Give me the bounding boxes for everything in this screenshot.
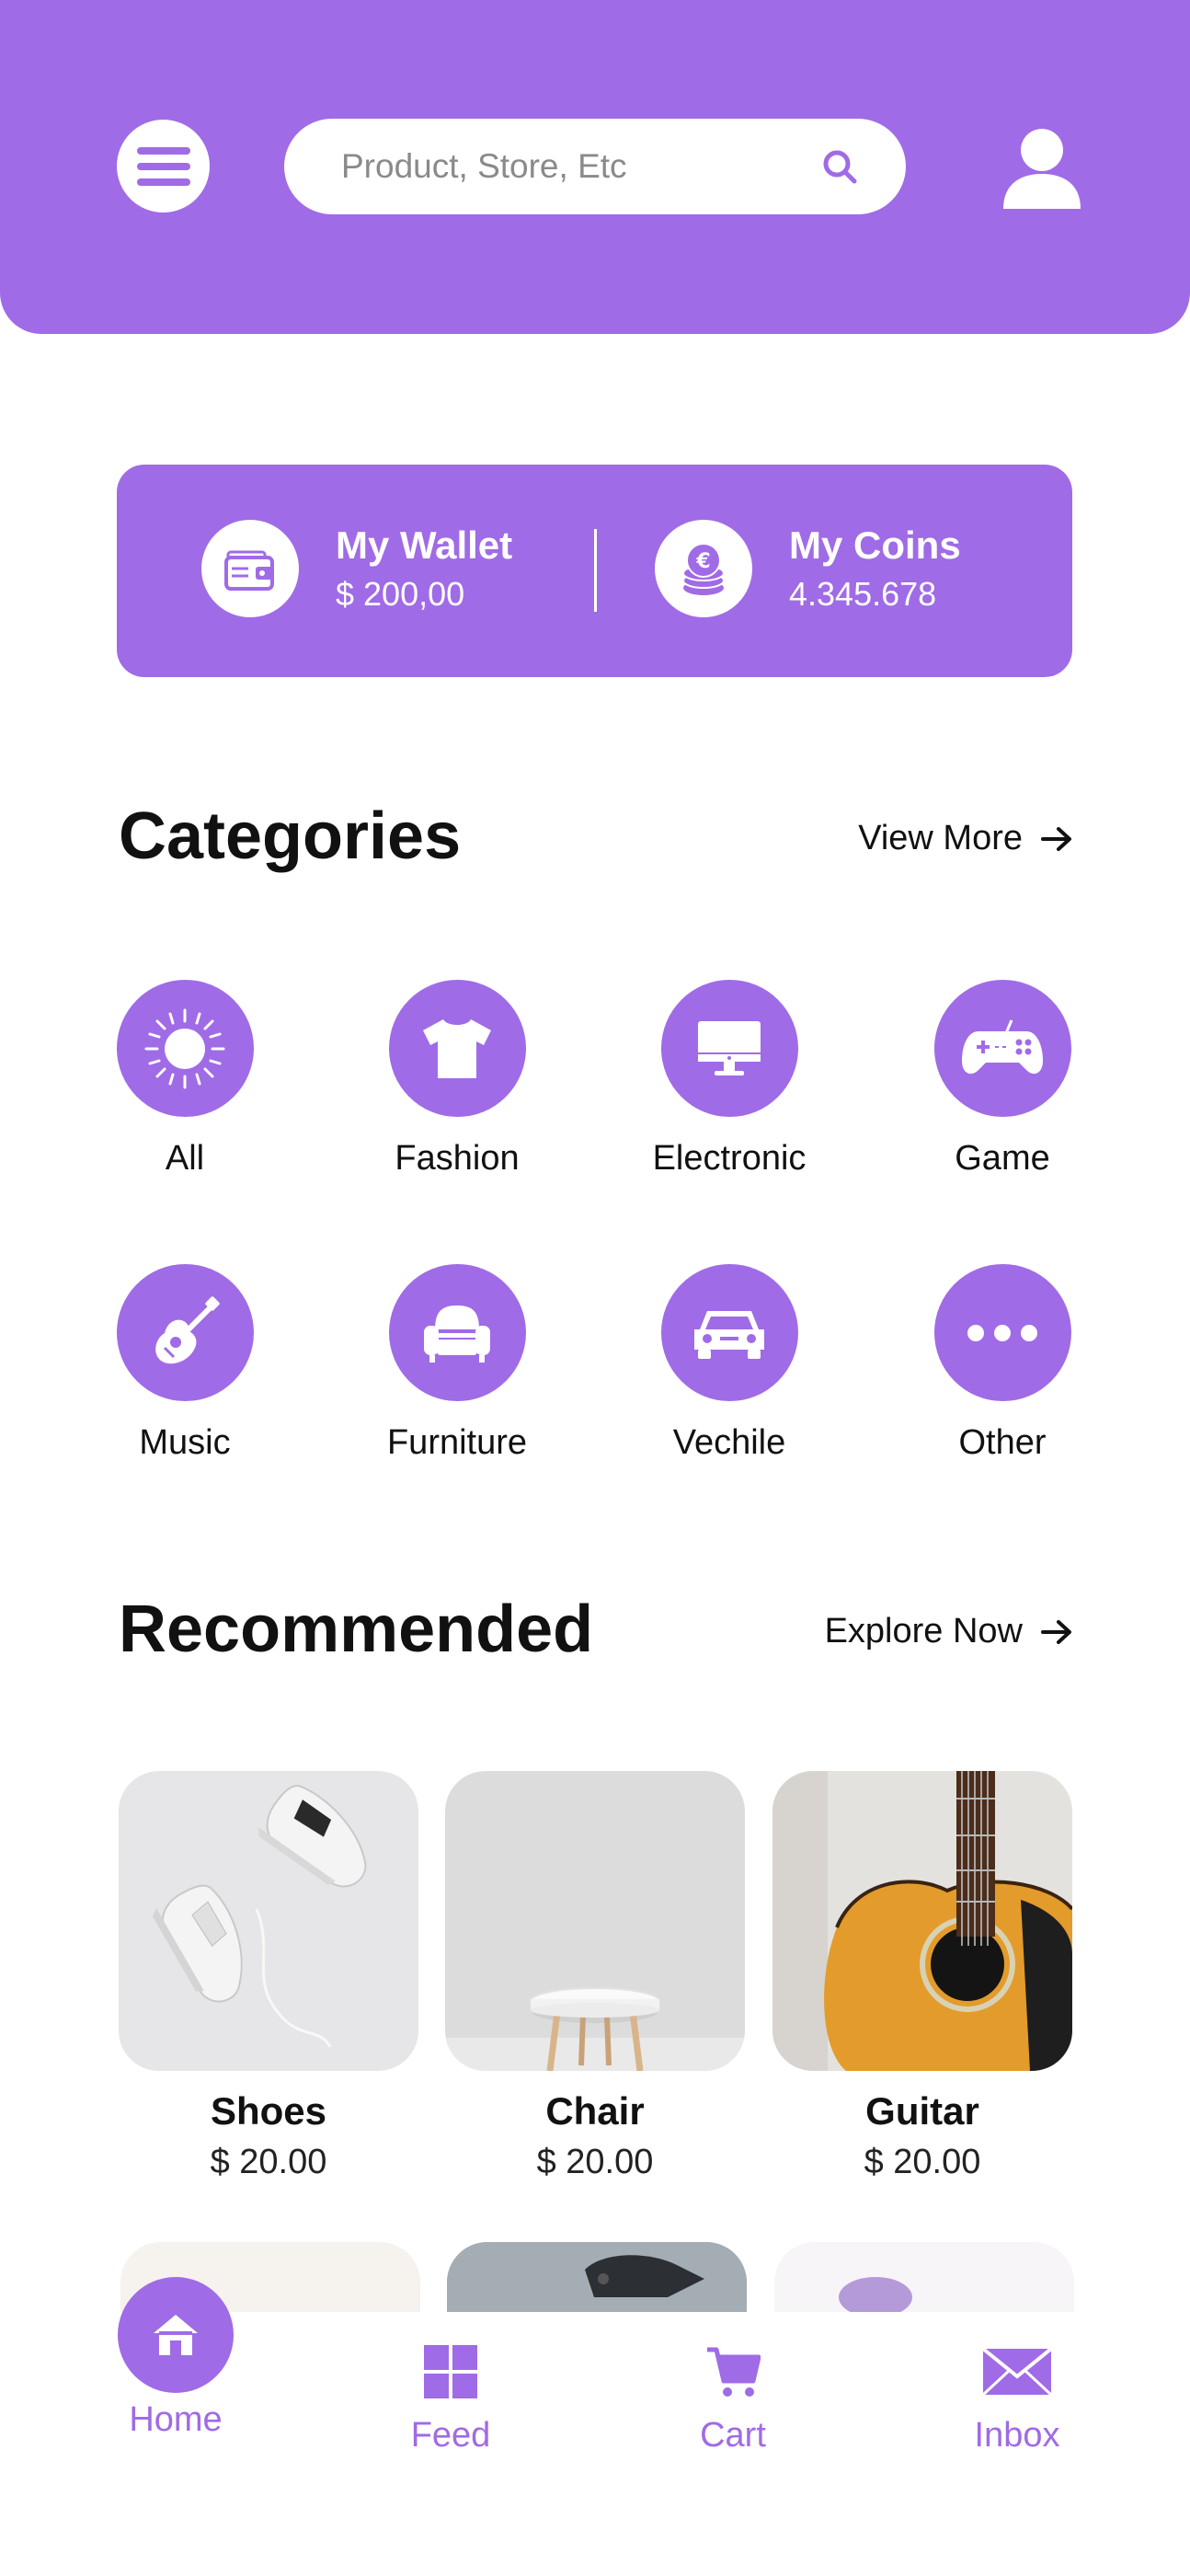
monitor-icon [660,980,798,1117]
product-card-guitar[interactable]: Guitar $ 20.00 [772,1771,1072,2182]
category-label: Game [955,1139,1050,1178]
arrow-right-icon [1041,1619,1071,1644]
arrow-right-icon [1041,826,1071,851]
nav-cart[interactable]: Cart [641,2335,825,2455]
product-card-peek[interactable] [774,2242,1074,2316]
product-card-peek[interactable] [447,2242,747,2316]
view-more-label: View More [858,819,1023,857]
category-label: All [165,1139,205,1178]
hamburger-icon [136,146,190,186]
nav-feed[interactable]: Feed [359,2335,543,2455]
coins-section[interactable]: € My Coins 4.345.678 [655,520,961,617]
coins-icon: € [655,520,752,617]
explore-now-link[interactable]: Explore Now [825,1612,1072,1651]
product-card-shoes[interactable]: Shoes $ 20.00 [119,1771,418,2182]
nav-label: Feed [410,2416,491,2455]
product-price: $ 20.00 [536,2143,654,2181]
category-game[interactable]: Game [910,980,1094,1179]
envelope-icon [980,2335,1054,2409]
wallet-balance: $ 200,00 [336,575,465,614]
nav-label: Inbox [974,2416,1060,2455]
product-price: $ 20.00 [210,2143,327,2181]
wallet-icon [201,520,299,617]
category-fashion[interactable]: Fashion [365,980,549,1179]
category-label: Electronic [652,1139,807,1178]
category-electronic[interactable]: Electronic [637,980,821,1179]
menu-button[interactable] [117,120,210,213]
wallet-card: My Wallet $ 200,00 € My Coins 4.345.678 [117,465,1072,677]
grid-icon [414,2335,487,2409]
category-label: Fashion [395,1139,520,1178]
category-label: Furniture [386,1423,528,1462]
explore-now-label: Explore Now [824,1612,1023,1650]
category-music[interactable]: Music [93,1264,277,1463]
wallet-section[interactable]: My Wallet $ 200,00 [201,520,512,617]
product-name: Guitar [865,2089,979,2133]
bottom-navigation: Home Feed Cart Inbox [0,2277,1190,2576]
category-all[interactable]: All [93,980,277,1179]
product-name: Shoes [210,2089,327,2133]
category-label: Music [139,1423,231,1462]
category-label: Vechile [672,1423,786,1462]
view-more-link[interactable]: View More [858,819,1072,858]
profile-button[interactable] [998,122,1086,211]
more-dots-icon [933,1264,1071,1401]
search-bar[interactable] [284,119,906,214]
wallet-divider [594,529,597,612]
product-image-guitar[interactable] [772,1771,1072,2071]
coins-balance: 4.345.678 [789,575,937,614]
search-input[interactable] [341,147,819,186]
sun-icon [116,980,254,1117]
gamepad-icon [933,980,1071,1117]
product-image-chair[interactable] [445,1771,745,2071]
product-card-chair[interactable]: Chair $ 20.00 [445,1771,745,2182]
svg-text:€: € [695,550,710,573]
nav-label: Cart [700,2416,766,2455]
categories-title: Categories [119,799,462,873]
product-price: $ 20.00 [864,2143,981,2181]
recommended-title: Recommended [119,1593,594,1666]
nav-label: Home [129,2400,223,2439]
nav-home[interactable]: Home [84,2277,268,2440]
search-icon[interactable] [819,146,860,187]
app-header [0,0,1190,334]
cart-icon [696,2335,770,2409]
car-icon [660,1264,798,1401]
category-vehicle[interactable]: Vechile [637,1264,821,1463]
wallet-title: My Wallet [336,523,513,567]
user-icon [1003,129,1081,209]
category-label: Other [958,1423,1047,1462]
armchair-icon [388,1264,526,1401]
product-name: Chair [545,2089,645,2133]
category-furniture[interactable]: Furniture [365,1264,549,1463]
category-other[interactable]: Other [910,1264,1094,1463]
home-icon [118,2277,234,2393]
guitar-icon [116,1264,254,1401]
coins-title: My Coins [789,523,961,567]
product-image-shoes[interactable] [119,1771,418,2071]
tshirt-icon [388,980,526,1117]
nav-inbox[interactable]: Inbox [925,2335,1109,2455]
